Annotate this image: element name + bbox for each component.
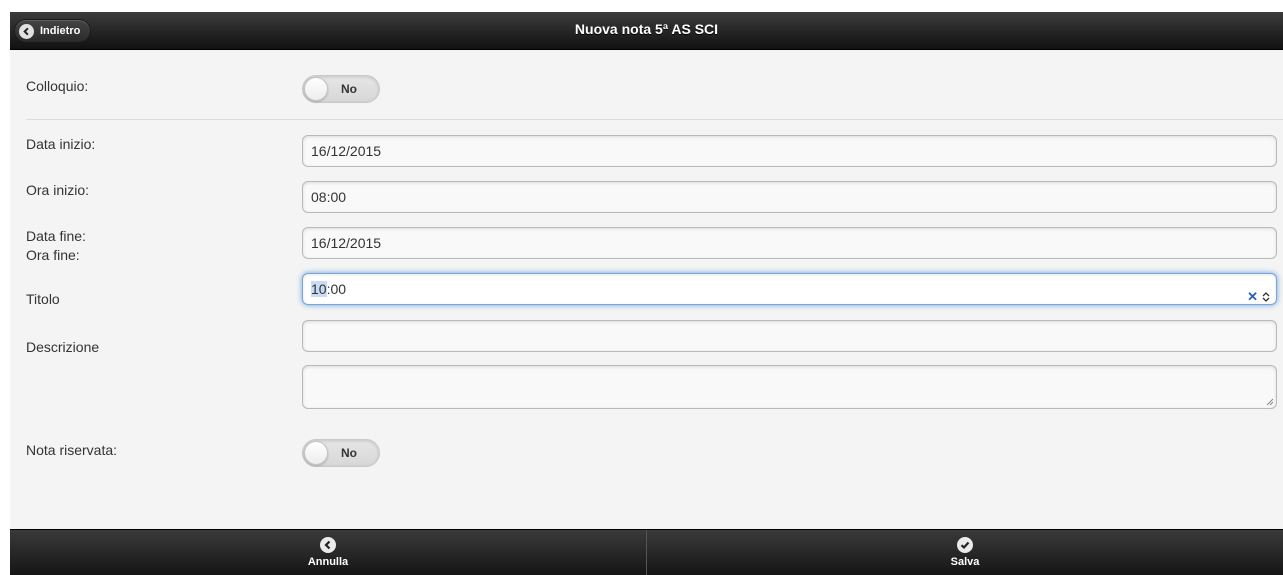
save-button-label: Salva: [950, 556, 980, 568]
colloquio-label: Colloquio:: [26, 78, 89, 94]
time-controls: ✕: [1247, 282, 1270, 312]
titolo-label: Titolo: [26, 291, 60, 307]
clear-icon[interactable]: ✕: [1247, 282, 1258, 312]
ora-fine-label: Ora fine:: [26, 247, 80, 263]
ora-inizio-label: Ora inizio:: [26, 182, 90, 198]
colloquio-toggle-value: No: [341, 82, 357, 96]
titolo-field[interactable]: [302, 320, 1277, 352]
spinner-icon[interactable]: [1262, 291, 1270, 303]
data-fine-label: Data fine:: [26, 228, 86, 244]
check-icon: [957, 537, 973, 553]
nota-riservata-toggle-value: No: [341, 446, 357, 460]
nota-riservata-label: Nota riservata:: [26, 442, 118, 458]
descrizione-textarea[interactable]: [302, 365, 1277, 409]
ora-fine-rest: :00: [326, 281, 347, 297]
ora-inizio-field[interactable]: 08:00: [302, 181, 1277, 213]
selected-text: 10: [311, 281, 327, 297]
back-button[interactable]: Indietro: [14, 19, 92, 43]
descrizione-label: Descrizione: [26, 339, 100, 355]
data-inizio-field[interactable]: 16/12/2015: [302, 135, 1277, 167]
ora-fine-field[interactable]: 10:00 ✕: [302, 273, 1277, 305]
save-button[interactable]: Salva: [646, 530, 1283, 575]
cancel-button[interactable]: Annulla: [10, 530, 646, 575]
header-bar: Nuova nota 5ª AS SCI Indietro: [10, 12, 1283, 50]
data-inizio-label: Data inizio:: [26, 136, 96, 152]
chevron-left-icon: [19, 23, 34, 39]
cancel-button-label: Annulla: [307, 556, 349, 568]
footer-bar: Annulla Salva: [10, 529, 1283, 575]
nota-riservata-toggle[interactable]: No: [302, 439, 380, 467]
back-button-label: Indietro: [40, 25, 81, 37]
chevron-left-icon: [320, 537, 336, 553]
page-title: Nuova nota 5ª AS SCI: [574, 21, 719, 37]
colloquio-toggle[interactable]: No: [302, 75, 380, 103]
divider: [26, 119, 1283, 120]
app-frame: Nuova nota 5ª AS SCI Indietro Colloquio:…: [10, 12, 1283, 575]
toggle-knob: [304, 441, 328, 465]
toggle-knob: [304, 77, 328, 101]
resize-handle-icon[interactable]: [1266, 398, 1274, 406]
data-fine-field[interactable]: 16/12/2015: [302, 227, 1277, 259]
